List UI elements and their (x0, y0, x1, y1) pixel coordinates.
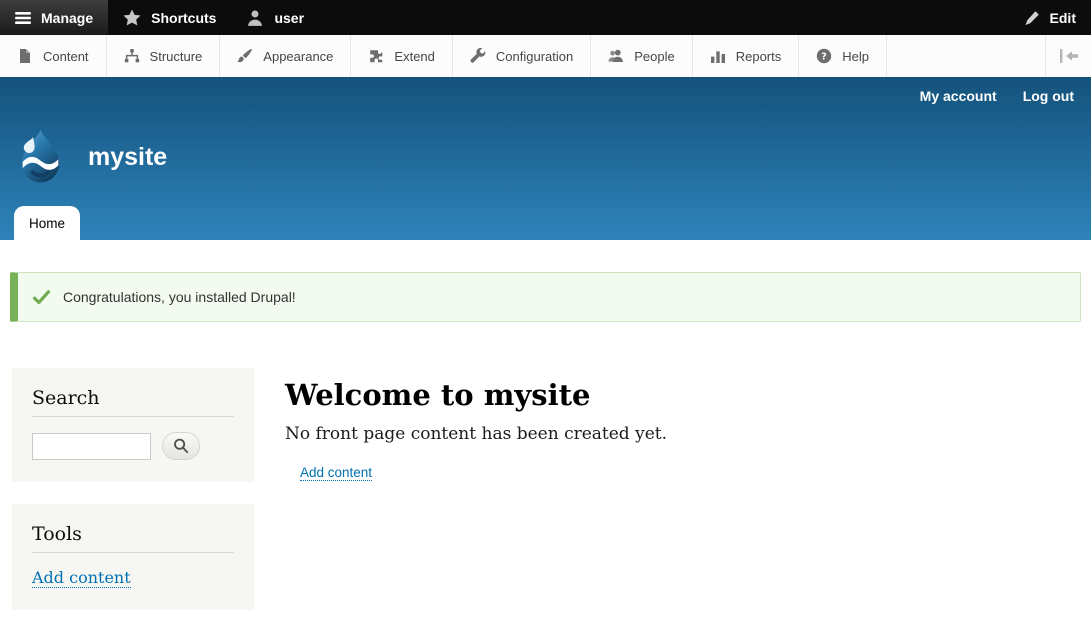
tab-home[interactable]: Home (14, 206, 80, 240)
menu-bar-spacer (887, 35, 1045, 77)
my-account-link[interactable]: My account (920, 88, 997, 104)
empty-frontpage-text: No front page content has been created y… (285, 424, 667, 444)
menu-item-label: Appearance (263, 49, 333, 64)
menu-item-label: People (634, 49, 674, 64)
site-branding[interactable]: mysite (12, 129, 167, 186)
toolbar-item-label: user (274, 10, 304, 26)
menu-item-appearance[interactable]: Appearance (220, 35, 351, 77)
admin-toolbar: Manage Shortcuts user Edit (0, 0, 1091, 35)
drupal-logo (12, 129, 69, 186)
menu-item-help[interactable]: ? Help (799, 35, 887, 77)
user-icon (246, 9, 264, 27)
search-input[interactable] (32, 433, 151, 460)
file-icon (17, 48, 33, 64)
main-content: Welcome to mysite No front page content … (285, 368, 687, 482)
star-icon (123, 9, 141, 27)
toggle-vertical-icon (1059, 49, 1079, 63)
menu-item-configuration[interactable]: Configuration (453, 35, 591, 77)
search-icon (173, 438, 189, 454)
page-title: Welcome to mysite (285, 378, 667, 412)
search-button[interactable] (162, 432, 200, 460)
search-block: Search (12, 368, 254, 482)
status-message-text: Congratulations, you installed Drupal! (63, 289, 296, 305)
menu-item-content[interactable]: Content (0, 35, 107, 77)
admin-menu-bar: Content Structure Appearance Extend Conf… (0, 35, 1091, 77)
menu-item-label: Configuration (496, 49, 573, 64)
menu-item-structure[interactable]: Structure (107, 35, 221, 77)
node-add-links: Add content (300, 464, 667, 482)
svg-text:?: ? (821, 51, 827, 62)
menu-item-label: Reports (736, 49, 782, 64)
toolbar-item-shortcuts[interactable]: Shortcuts (108, 0, 231, 35)
menu-item-label: Help (842, 49, 869, 64)
bar-chart-icon (710, 48, 726, 64)
menu-item-label: Extend (394, 49, 434, 64)
tools-block-title: Tools (32, 523, 234, 553)
search-form (32, 432, 234, 460)
toolbar-orientation-toggle[interactable] (1045, 35, 1091, 77)
sidebar-first: Search Tools Add content (12, 368, 254, 632)
menu-item-people[interactable]: People (591, 35, 692, 77)
toolbar-item-label: Manage (41, 10, 93, 26)
add-content-link-main[interactable]: Add content (300, 465, 372, 481)
toolbar-item-label: Shortcuts (151, 10, 216, 26)
menu-item-label: Structure (150, 49, 203, 64)
hamburger-icon (15, 10, 31, 26)
wrench-icon (470, 48, 486, 64)
site-name[interactable]: mysite (88, 143, 167, 172)
menu-item-reports[interactable]: Reports (693, 35, 800, 77)
toolbar-item-label: Edit (1050, 10, 1076, 26)
paintbrush-icon (237, 48, 253, 64)
secondary-menu: My account Log out (920, 88, 1074, 104)
toolbar-item-edit[interactable]: Edit (1009, 0, 1091, 35)
check-icon (33, 290, 50, 305)
toolbar-spacer (319, 0, 1009, 35)
pencil-icon (1024, 10, 1040, 26)
menu-item-label: Content (43, 49, 89, 64)
status-message: Congratulations, you installed Drupal! (10, 272, 1081, 322)
puzzle-icon (368, 48, 384, 64)
tools-block: Tools Add content (12, 504, 254, 610)
site-header: My account Log out mysite Home (0, 77, 1091, 240)
toolbar-item-user[interactable]: user (231, 0, 319, 35)
page-layout: Search Tools Add content Welcome to mysi… (0, 368, 1091, 632)
search-block-title: Search (32, 387, 234, 417)
add-content-link-sidebar[interactable]: Add content (32, 568, 131, 588)
people-icon (608, 48, 624, 64)
sitemap-icon (124, 48, 140, 64)
help-icon: ? (816, 48, 832, 64)
log-out-link[interactable]: Log out (1023, 88, 1074, 104)
tools-menu: Add content (32, 568, 234, 588)
toolbar-item-manage[interactable]: Manage (0, 0, 108, 35)
menu-item-extend[interactable]: Extend (351, 35, 452, 77)
